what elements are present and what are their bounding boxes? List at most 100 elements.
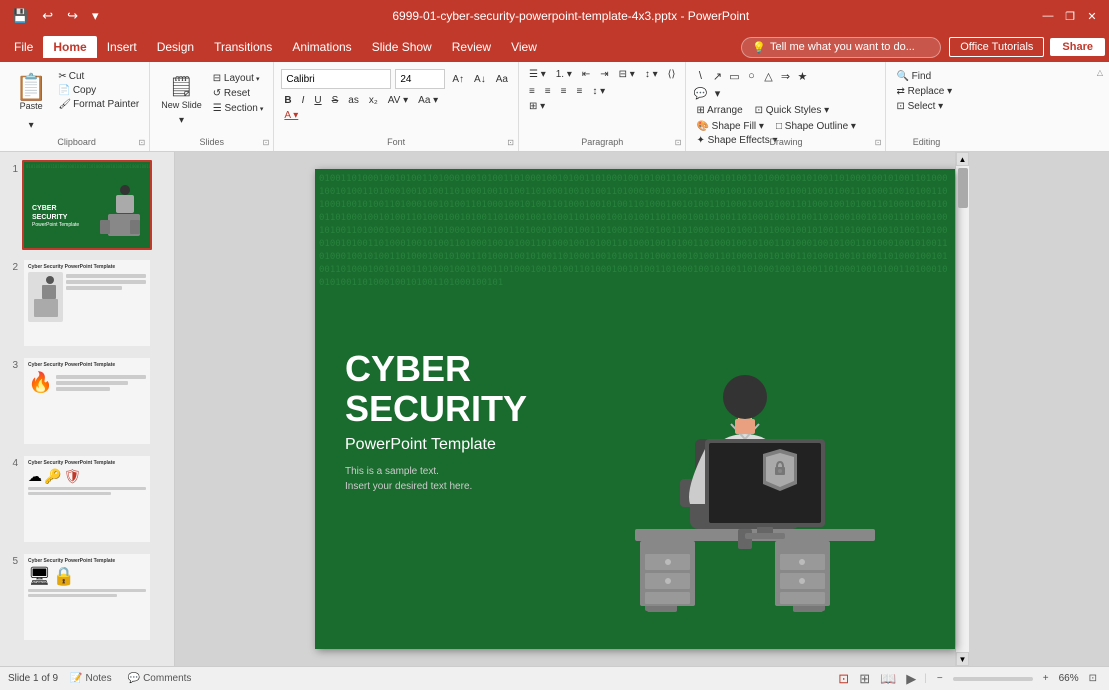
- char-spacing-btn[interactable]: AV ▾: [384, 94, 412, 107]
- menu-slideshow[interactable]: Slide Show: [362, 36, 442, 58]
- arrange-btn[interactable]: ⊞ Arrange: [692, 104, 746, 117]
- menu-design[interactable]: Design: [147, 36, 204, 58]
- normal-view-btn[interactable]: ⊡: [836, 669, 851, 689]
- maximize-btn[interactable]: ❐: [1061, 7, 1079, 25]
- slide-thumbnail-2[interactable]: Cyber Security PowerPoint Template: [22, 258, 152, 348]
- slide-text-area[interactable]: CYBERSECURITY PowerPoint Template This i…: [345, 349, 527, 494]
- increase-font-btn[interactable]: A↑: [448, 73, 468, 86]
- slide-thumb-1[interactable]: 1 01010010101101000100101001101000100101…: [6, 160, 168, 250]
- shape-rtarrow-btn[interactable]: ⇒: [777, 68, 793, 84]
- align-left-btn[interactable]: ≡: [525, 85, 539, 98]
- justify-btn[interactable]: ≡: [572, 85, 586, 98]
- scroll-down-btn[interactable]: ▼: [956, 652, 969, 666]
- menu-animations[interactable]: Animations: [282, 36, 361, 58]
- slide-thumbnail-3[interactable]: Cyber Security PowerPoint Template 🔥: [22, 356, 152, 446]
- paragraph-expand-icon[interactable]: ⊡: [675, 138, 682, 147]
- slide-canvas[interactable]: 0100110100010010100110100010010100110100…: [315, 169, 955, 649]
- text-direction-btn[interactable]: ↕ ▾: [641, 68, 662, 81]
- slide-thumb-3[interactable]: 3 Cyber Security PowerPoint Template 🔥: [6, 356, 168, 446]
- numbering-btn[interactable]: 1. ▾: [552, 68, 576, 81]
- menu-insert[interactable]: Insert: [97, 36, 147, 58]
- slide-thumbnail-4[interactable]: Cyber Security PowerPoint Template ☁ 🔑 🛡: [22, 454, 152, 544]
- menu-view[interactable]: View: [501, 36, 547, 58]
- line-spacing-btn[interactable]: ↕ ▾: [588, 85, 609, 98]
- undo-btn[interactable]: ↩: [38, 6, 57, 26]
- subscript-btn[interactable]: x₂: [365, 94, 382, 107]
- notes-btn[interactable]: 📝 Notes: [66, 671, 116, 686]
- increase-indent-btn[interactable]: ⇥: [596, 68, 612, 81]
- align-right-btn[interactable]: ≡: [557, 85, 571, 98]
- shape-star-btn[interactable]: ★: [794, 68, 810, 84]
- fit-slide-btn[interactable]: ⊡: [1085, 671, 1101, 686]
- new-slide-dropdown[interactable]: ▾: [175, 114, 188, 127]
- font-expand-icon[interactable]: ⊡: [507, 138, 514, 147]
- select-btn[interactable]: ⊡ Select ▾: [892, 100, 956, 113]
- smartart-btn[interactable]: ⟨⟩: [664, 68, 680, 81]
- paste-btn[interactable]: 📋 Paste: [10, 66, 52, 118]
- menu-review[interactable]: Review: [442, 36, 501, 58]
- customize-btn[interactable]: ▾: [88, 6, 103, 26]
- underline-btn[interactable]: U: [310, 94, 325, 107]
- cut-btn[interactable]: ✂ Cut: [54, 70, 143, 83]
- clear-format-btn[interactable]: Aa: [492, 73, 512, 86]
- shape-line-btn[interactable]: \: [692, 68, 708, 84]
- font-color-btn[interactable]: A ▾: [280, 109, 302, 122]
- redo-btn[interactable]: ↪: [63, 6, 82, 26]
- find-btn[interactable]: 🔍 Find: [892, 70, 956, 83]
- slide-sorter-btn[interactable]: ⊞: [857, 669, 872, 689]
- new-slide-btn[interactable]: 🗒 New Slide: [156, 70, 207, 114]
- bullets-btn[interactable]: ☰ ▾: [525, 68, 550, 81]
- close-btn[interactable]: ✕: [1083, 7, 1101, 25]
- center-btn[interactable]: ≡: [541, 85, 555, 98]
- shape-rect-btn[interactable]: ▭: [726, 68, 742, 84]
- menu-file[interactable]: File: [4, 36, 43, 58]
- menu-transitions[interactable]: Transitions: [204, 36, 282, 58]
- decrease-indent-btn[interactable]: ⇤: [578, 68, 594, 81]
- zoom-out-btn[interactable]: −: [933, 671, 947, 686]
- decrease-font-btn[interactable]: A↓: [470, 73, 490, 86]
- collapse-ribbon-btn[interactable]: △: [1095, 66, 1105, 79]
- columns-btn[interactable]: ⊟ ▾: [615, 68, 639, 81]
- font-size-box[interactable]: 24: [395, 69, 445, 89]
- zoom-slider[interactable]: [953, 677, 1033, 681]
- clipboard-expand-icon[interactable]: ⊡: [139, 138, 146, 147]
- font-case-btn[interactable]: Aa ▾: [414, 94, 442, 107]
- shape-more-btn[interactable]: ▾: [709, 85, 725, 101]
- section-btn[interactable]: ☰ Section ▾: [209, 102, 268, 115]
- help-search[interactable]: 💡 Tell me what you want to do...: [741, 37, 941, 58]
- scroll-thumb[interactable]: [958, 168, 968, 208]
- scroll-up-btn[interactable]: ▲: [956, 152, 969, 166]
- copy-btn[interactable]: 📄 Copy: [54, 84, 143, 97]
- comments-btn[interactable]: 💬 Comments: [124, 671, 196, 686]
- reset-btn[interactable]: ↺ Reset: [209, 87, 268, 100]
- strikethrough-btn[interactable]: S: [328, 94, 343, 107]
- layout-btn[interactable]: ⊟ Layout ▾: [209, 72, 268, 85]
- quick-styles-btn[interactable]: ⊡ Quick Styles ▾: [751, 104, 834, 117]
- save-btn[interactable]: 💾: [8, 6, 32, 26]
- bold-btn[interactable]: B: [280, 94, 295, 107]
- replace-btn[interactable]: ⇄ Replace ▾: [892, 85, 956, 98]
- menu-home[interactable]: Home: [43, 36, 96, 58]
- font-name-box[interactable]: Calibri: [281, 69, 391, 89]
- shape-triangle-btn[interactable]: △: [760, 68, 776, 84]
- reading-view-btn[interactable]: 📖: [878, 669, 898, 689]
- minimize-btn[interactable]: —: [1039, 7, 1057, 25]
- slideshow-btn[interactable]: ▶: [904, 669, 918, 689]
- para-spacing-btn[interactable]: ⊞ ▾: [525, 100, 549, 113]
- shape-fill-btn[interactable]: 🎨 Shape Fill ▾: [692, 120, 768, 133]
- shadow-btn[interactable]: as: [344, 94, 363, 107]
- shape-oval-btn[interactable]: ○: [743, 68, 759, 84]
- italic-btn[interactable]: I: [298, 94, 309, 107]
- slide-thumb-2[interactable]: 2 Cyber Security PowerPoint Template: [6, 258, 168, 348]
- shape-callout-btn[interactable]: 💬: [692, 85, 708, 101]
- format-painter-btn[interactable]: 🖌 Format Painter: [54, 98, 143, 111]
- slide-thumb-4[interactable]: 4 Cyber Security PowerPoint Template ☁ 🔑…: [6, 454, 168, 544]
- zoom-in-btn[interactable]: +: [1039, 671, 1053, 686]
- shape-outline-btn[interactable]: □ Shape Outline ▾: [772, 120, 860, 133]
- share-btn[interactable]: Share: [1050, 38, 1105, 56]
- paste-dropdown[interactable]: ▾: [25, 119, 38, 132]
- slide-thumb-5[interactable]: 5 Cyber Security PowerPoint Template 🖥 🔒: [6, 552, 168, 642]
- slide-thumbnail-1[interactable]: 0101001010110100010010100110100010010100…: [22, 160, 152, 250]
- shape-arrow-btn[interactable]: ↗: [709, 68, 725, 84]
- slides-expand-icon[interactable]: ⊡: [263, 138, 270, 147]
